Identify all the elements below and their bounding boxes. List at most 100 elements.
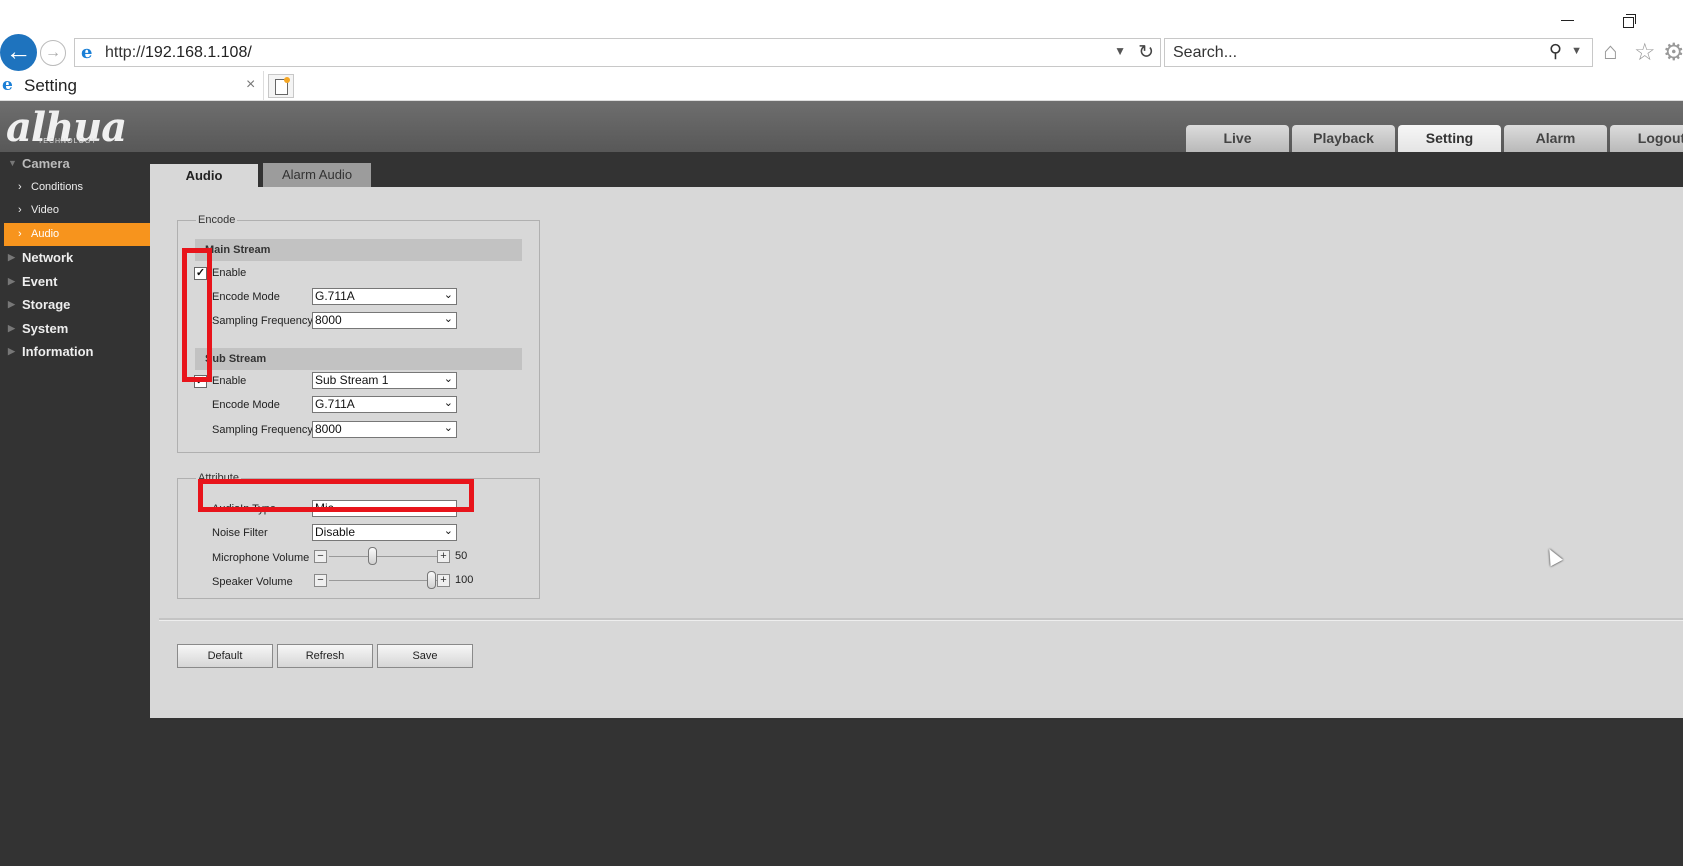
speaker-volume-thumb[interactable] <box>427 571 436 589</box>
sidebar-item-audio[interactable]: › Audio <box>4 222 150 246</box>
chevron-right-icon: › <box>18 204 22 216</box>
sub-encode-mode-label: Encode Mode <box>212 399 280 411</box>
app-header: alhua TECHNOLOGY Live Playback Setting A… <box>0 101 1683 152</box>
minus-icon[interactable]: − <box>314 550 327 563</box>
sidebar: ▼ Camera › Conditions › Video › Audio ▶ … <box>0 152 150 866</box>
plus-icon[interactable]: + <box>437 574 450 587</box>
main-sampling-select[interactable]: 8000 ⌄ <box>312 312 457 329</box>
sidebar-group-information[interactable]: ▶ Information <box>0 340 150 364</box>
tab-audio[interactable]: Audio <box>150 164 258 188</box>
sub-stream-heading: Sub Stream <box>195 348 522 370</box>
speaker-volume-slider[interactable]: − + 100 <box>314 571 474 589</box>
main-stream-heading: Main Stream <box>195 239 522 261</box>
home-icon[interactable]: ⌂ <box>1603 38 1618 66</box>
triangle-right-icon: ▶ <box>8 252 15 262</box>
microphone-volume-value: 50 <box>455 550 468 562</box>
sidebar-group-camera[interactable]: ▼ Camera <box>0 152 150 176</box>
browser-tab[interactable]: e Setting × <box>0 71 264 101</box>
sub-stream-select[interactable]: Sub Stream 1 ⌄ <box>312 372 457 389</box>
logo-subtitle: TECHNOLOGY <box>38 138 98 145</box>
main-encode-mode-value: G.711A <box>315 289 355 303</box>
refresh-icon[interactable]: ↻ <box>1138 41 1154 64</box>
microphone-volume-slider[interactable]: − + 50 <box>314 547 474 565</box>
plus-icon[interactable]: + <box>437 550 450 563</box>
content-divider <box>159 618 1683 621</box>
search-placeholder: Search... <box>1173 44 1238 61</box>
sidebar-group-event[interactable]: ▶ Event <box>0 270 150 294</box>
new-tab-icon[interactable] <box>268 74 294 98</box>
default-button[interactable]: Default <box>177 644 273 668</box>
sidebar-item-label: Conditions <box>31 180 83 193</box>
sidebar-group-storage[interactable]: ▶ Storage <box>0 293 150 317</box>
search-icon[interactable]: ⚲ <box>1549 41 1562 62</box>
browser-chrome: ← → e http://192.168.1.108/ ▼ ↻ Search..… <box>0 0 1683 101</box>
triangle-right-icon: ▶ <box>8 299 15 309</box>
nav-alarm[interactable]: Alarm <box>1504 125 1607 152</box>
nav-logout[interactable]: Logout <box>1610 125 1683 152</box>
search-bar[interactable]: Search... ⚲ ▼ <box>1164 38 1593 67</box>
refresh-button[interactable]: Refresh <box>277 644 373 668</box>
close-icon[interactable]: × <box>246 76 255 94</box>
encode-legend: Encode <box>198 214 236 226</box>
sub-stream-enable-label: Enable <box>212 375 247 387</box>
sidebar-group-label: Event <box>22 273 58 289</box>
noise-filter-select[interactable]: Disable ⌄ <box>312 524 457 541</box>
main-encode-mode-select[interactable]: G.711A ⌄ <box>312 288 457 305</box>
ie-logo-icon: e <box>81 42 93 63</box>
sub-sampling-value: 8000 <box>315 422 342 436</box>
sidebar-group-network[interactable]: ▶ Network <box>0 246 150 270</box>
microphone-volume-thumb[interactable] <box>368 547 377 565</box>
speaker-volume-label: Speaker Volume <box>212 576 293 588</box>
content-panel: Audio Alarm Audio Encode Main Stream ✓ E… <box>150 152 1683 718</box>
checkbox-highlight-box <box>182 248 212 382</box>
chevron-down-icon: ⌄ <box>443 289 453 301</box>
nav-playback[interactable]: Playback <box>1292 125 1395 152</box>
address-text: http://192.168.1.108/ <box>105 44 252 62</box>
microphone-volume-label: Microphone Volume <box>212 552 310 564</box>
sub-encode-mode-select[interactable]: G.711A ⌄ <box>312 396 457 413</box>
tab-alarm-audio[interactable]: Alarm Audio <box>263 163 371 187</box>
star-icon[interactable]: ☆ <box>1634 38 1656 67</box>
speaker-volume-value: 100 <box>455 574 474 586</box>
gear-icon[interactable]: ⚙ <box>1663 38 1683 67</box>
triangle-down-icon: ▼ <box>8 158 17 168</box>
sidebar-group-label: Information <box>22 344 94 359</box>
chevron-right-icon: › <box>18 227 22 240</box>
encode-fieldset: Encode Main Stream ✓ Enable Encode Mode … <box>177 214 540 453</box>
sidebar-group-label: Network <box>22 250 74 265</box>
forward-arrow-icon[interactable]: → <box>40 40 66 66</box>
address-prefix: http:// <box>105 44 146 61</box>
chevron-down-icon: ⌄ <box>443 525 453 537</box>
slider-track <box>329 580 437 581</box>
save-button[interactable]: Save <box>377 644 473 668</box>
triangle-right-icon: ▶ <box>8 322 15 333</box>
sidebar-group-system[interactable]: ▶ System <box>0 317 150 341</box>
sub-stream-value: Sub Stream 1 <box>315 373 389 387</box>
main-encode-mode-label: Encode Mode <box>212 291 280 303</box>
minus-icon[interactable]: − <box>314 574 327 587</box>
sidebar-item-video[interactable]: › Video <box>0 199 150 223</box>
sidebar-item-label: Audio <box>31 227 60 240</box>
chevron-right-icon: › <box>18 180 22 193</box>
noise-filter-value: Disable <box>315 525 356 539</box>
restore-icon[interactable] <box>1620 12 1638 30</box>
nav-live[interactable]: Live <box>1186 125 1289 152</box>
address-host: 192.168.1.108/ <box>145 44 252 61</box>
main-nav: Live Playback Setting Alarm Logout <box>1186 125 1683 152</box>
address-dropdown-icon[interactable]: ▼ <box>1114 44 1126 58</box>
back-arrow-icon[interactable]: ← <box>0 34 37 71</box>
minimize-icon[interactable] <box>1558 12 1578 28</box>
address-bar[interactable]: e http://192.168.1.108/ ▼ ↻ <box>74 38 1161 67</box>
chevron-down-icon: ⌄ <box>443 422 453 434</box>
sidebar-group-label: Camera <box>22 156 70 171</box>
sub-encode-mode-value: G.711A <box>315 397 355 411</box>
tab-ie-icon: e <box>2 75 13 95</box>
search-dropdown-icon[interactable]: ▼ <box>1571 45 1582 57</box>
sidebar-group-label: Storage <box>22 297 71 312</box>
noise-filter-label: Noise Filter <box>212 527 268 539</box>
slider-track <box>329 556 437 557</box>
main-sampling-value: 8000 <box>315 313 342 327</box>
sub-sampling-select[interactable]: 8000 ⌄ <box>312 421 457 438</box>
sidebar-item-conditions[interactable]: › Conditions <box>0 176 150 200</box>
nav-setting[interactable]: Setting <box>1398 125 1501 152</box>
